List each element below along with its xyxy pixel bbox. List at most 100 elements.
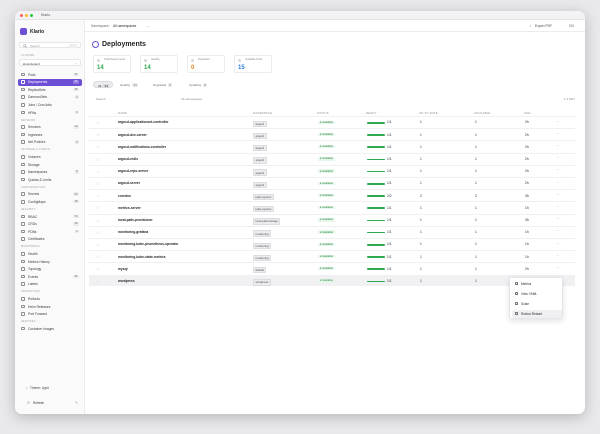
sidebar-item-services[interactable]: Services 19	[18, 124, 82, 131]
more-actions-icon[interactable]: ···	[556, 132, 559, 136]
star-icon[interactable]: ☆	[96, 205, 100, 210]
cluster-select[interactable]: kind-cluster1 ⌄	[19, 59, 81, 66]
sidebar-item-hpas[interactable]: HPAs 0	[18, 109, 82, 116]
star-icon[interactable]: ☆	[96, 266, 100, 271]
column-header[interactable]: AGE	[524, 111, 531, 115]
deployment-name[interactable]: local-path-provisioner	[118, 218, 153, 222]
sidebar-item-namespaces[interactable]: Namespaces 8	[18, 169, 82, 176]
table-row[interactable]: ☆ monitoring-kube-state-metrics monitoring…	[89, 250, 575, 262]
deployment-name[interactable]: argocd-notifications-controller	[118, 145, 166, 149]
star-icon[interactable]: ☆	[96, 181, 100, 186]
deployment-name[interactable]: monitoring-grafana	[118, 230, 148, 234]
sidebar-item-deployments[interactable]: Deployments 14	[18, 78, 82, 86]
column-header[interactable]: NAMESPACE	[253, 111, 272, 115]
sidebar-item-pdbs[interactable]: PDBs 0	[18, 228, 82, 235]
deployment-name[interactable]: argocd-dex-server	[118, 133, 147, 137]
deployment-name[interactable]: wordpress	[118, 279, 135, 283]
sidebar-item-volumes[interactable]: Volumes	[18, 153, 82, 160]
star-icon[interactable]: ☆	[96, 279, 100, 284]
star-icon[interactable]: ☆	[96, 218, 100, 223]
column-header[interactable]: UP-TO-DATE	[419, 111, 438, 115]
more-actions-icon[interactable]: ···	[556, 266, 559, 270]
sidebar-item-port-forward[interactable]: Port Forward	[18, 311, 82, 318]
table-row[interactable]: ☆ argocd-server argocd ● Available 1/1 1 1 2h ··…	[89, 177, 575, 189]
more-actions-icon[interactable]: ···	[556, 242, 559, 246]
deployment-name[interactable]: coredns	[118, 194, 131, 198]
more-actions-icon[interactable]: ···	[556, 120, 559, 124]
filter-namespace-select[interactable]: All namespaces	[181, 97, 202, 101]
deployment-name[interactable]: monitoring-kube-state-metrics	[118, 255, 166, 259]
table-row[interactable]: ☆ coredns kube-system ● Available 2/2 2 2 3h ···	[89, 189, 575, 201]
sidebar-item-quotas-limits[interactable]: Quotas & Limits	[18, 176, 82, 183]
sidebar-item-metrics-history[interactable]: Metrics History	[18, 258, 82, 265]
table-row[interactable]: ☆ argocd-dex-server argocd ● Available 1/1 1 1…	[89, 128, 575, 140]
sidebar-item-labels[interactable]: Labels	[18, 281, 82, 288]
filter-search-input[interactable]: Search	[96, 97, 106, 101]
more-actions-icon[interactable]: ···	[556, 156, 559, 160]
sidebar-item-replicasets[interactable]: ReplicaSets 28	[18, 86, 82, 93]
sidebar-item-crds[interactable]: CRDs 28	[18, 221, 82, 228]
column-header[interactable]: READY	[366, 111, 377, 115]
sidebar-item-secrets[interactable]: Secrets 22	[18, 191, 82, 198]
sidebar-item-ingresses[interactable]: Ingresses	[18, 131, 82, 138]
minimize-window-icon[interactable]	[25, 14, 28, 17]
more-actions-icon[interactable]: ···	[556, 193, 559, 197]
user-menu[interactable]: CN	[569, 24, 574, 28]
deployment-name[interactable]: monitoring-kube-prometheus-operator	[118, 242, 178, 246]
sidebar-item-jobs-cronjobs[interactable]: Jobs / CronJobs	[18, 101, 82, 108]
deployment-name[interactable]: argocd-applicationset-controller	[118, 120, 169, 124]
deployment-name[interactable]: argocd-redis	[118, 157, 138, 161]
sidebar-item-rollouts[interactable]: Rollouts	[18, 295, 82, 302]
maximize-window-icon[interactable]	[30, 14, 33, 17]
table-row[interactable]: ☆ metrics-server kube-system ● Available 1/1…	[89, 201, 575, 213]
star-icon[interactable]: ☆	[96, 144, 100, 149]
deployment-name[interactable]: mysql	[118, 267, 128, 271]
star-icon[interactable]: ☆	[96, 193, 100, 198]
table-row[interactable]: ☆ argocd-repo-server argocd ● Available 1/1 1…	[89, 164, 575, 177]
star-icon[interactable]: ☆	[96, 242, 100, 247]
more-actions-icon[interactable]: ···	[556, 217, 559, 221]
tab-all[interactable]: All 14	[93, 81, 114, 88]
star-icon[interactable]: ☆	[96, 132, 100, 137]
more-actions-icon[interactable]: ···	[556, 144, 559, 148]
star-icon[interactable]: ☆	[96, 157, 100, 162]
sidebar-item-configmaps[interactable]: ConfigMaps 18	[18, 198, 82, 205]
deployment-name[interactable]: argocd-repo-server	[118, 169, 148, 173]
table-row[interactable]: ☆ local-path-provisioner local-path-storag…	[89, 213, 575, 226]
close-window-icon[interactable]	[20, 14, 23, 17]
more-actions-icon[interactable]: ···	[556, 205, 559, 209]
sidebar-item-certificates[interactable]: Certificates	[18, 236, 82, 243]
column-settings-button[interactable]: ≡ 1 KEY	[564, 97, 575, 101]
star-icon[interactable]: ☆	[96, 120, 100, 125]
table-row[interactable]: ☆ argocd-applicationset-controller argocd ●…	[89, 116, 575, 128]
menu-item-scale[interactable]: Scale	[512, 300, 562, 308]
export-pdf-button[interactable]: Export PDF	[535, 24, 552, 28]
sidebar-item-container-images[interactable]: Container Images	[18, 325, 82, 332]
star-icon[interactable]: ☆	[96, 254, 100, 259]
menu-item-view-yaml[interactable]: View YAML	[512, 290, 562, 298]
table-row[interactable]: ☆ argocd-notifications-controller argocd ● …	[89, 140, 575, 152]
sidebar-search-input[interactable]: Search	[19, 42, 81, 48]
star-icon[interactable]: ☆	[96, 230, 100, 235]
sidebar-item-helm-releases[interactable]: Helm Releases	[18, 303, 82, 310]
deployment-name[interactable]: metrics-server	[118, 206, 141, 210]
sidebar-item-events[interactable]: Events 25	[18, 273, 82, 280]
tab-degraded[interactable]: Degraded 0	[149, 81, 175, 88]
theme-toggle[interactable]: Theme: Light	[30, 386, 49, 390]
table-row[interactable]: ☆wordpresswordpress● Available1/1112h···	[89, 274, 575, 287]
table-row[interactable]: ☆ mysql default ● Available 1/1 1 1 2h ···	[89, 262, 575, 274]
sidebar-item-topology[interactable]: Topology	[18, 266, 82, 273]
sidebar-item-daemonsets[interactable]: DaemonSets 3	[18, 94, 82, 101]
table-row[interactable]: ☆ monitoring-kube-prometheus-operator moni…	[89, 238, 575, 250]
tab-healthy[interactable]: Healthy 14	[116, 81, 141, 88]
column-header[interactable]: AVAILABLE	[474, 111, 490, 115]
star-icon[interactable]: ☆	[96, 169, 100, 174]
sidebar-item-health[interactable]: Health	[18, 250, 82, 257]
column-header[interactable]: NAME	[118, 111, 127, 115]
refresh-button[interactable]: Refresh	[33, 401, 44, 405]
sidebar-item-storage[interactable]: Storage	[18, 161, 82, 168]
sidebar-item-pods[interactable]: Pods 27	[18, 71, 82, 78]
table-row[interactable]: ☆ monitoring-grafana monitoring ● Available…	[89, 225, 575, 238]
more-actions-icon[interactable]: ···	[556, 254, 559, 258]
sidebar-item-rbac[interactable]: RBAC 73	[18, 213, 82, 220]
